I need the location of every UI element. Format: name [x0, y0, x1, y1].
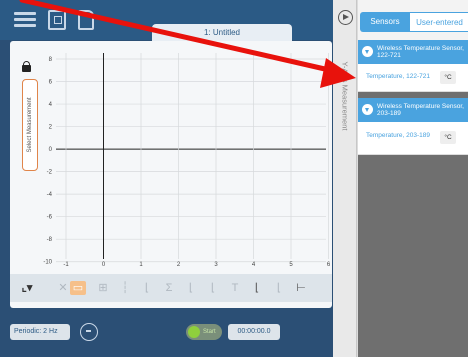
screen: 1: Untitled 8 6 4 2 0 -2 -4 -6 -8 -10 -1 0 1 2 3 4 5 6 Se…: [0, 0, 468, 357]
annotation-arrow: [19, 0, 356, 88]
